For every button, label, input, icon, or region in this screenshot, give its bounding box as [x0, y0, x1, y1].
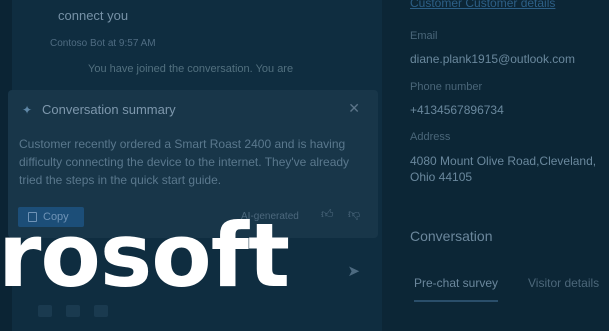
conversation-section-title: Conversation	[410, 228, 493, 244]
summary-header: ✦ Conversation summary	[20, 102, 176, 117]
tab-pre-chat-survey[interactable]: Pre-chat survey	[414, 276, 499, 302]
customer-details-link[interactable]: Customer Customer details	[410, 0, 555, 10]
phone-value: +4134567896734	[410, 103, 504, 117]
sparkle-icon: ✦	[21, 102, 33, 117]
address-label: Address	[410, 131, 451, 143]
email-value: diane.plank1915@outlook.com	[410, 52, 575, 66]
customer-details-pane: Customer Customer details Email diane.pl…	[382, 0, 609, 331]
thumbs-up-icon[interactable]: 👍︎	[321, 207, 334, 222]
summary-text: Customer recently ordered a Smart Roast …	[19, 137, 350, 187]
address-value: 4080 Mount Olive Road,Cleveland, Ohio 44…	[410, 154, 597, 184]
brand-wordmark: rosoft	[0, 204, 290, 307]
close-icon[interactable]: ✕	[348, 100, 360, 117]
send-icon[interactable]: ➤	[347, 262, 360, 280]
email-label: Email	[410, 30, 438, 42]
screen: connect you Contoso Bot at 9:57 AM You h…	[0, 0, 609, 331]
system-message: You have joined the conversation. You ar…	[88, 63, 294, 75]
thumbs-down-icon[interactable]: 👎︎	[348, 207, 360, 222]
summary-title: Conversation summary	[42, 102, 176, 117]
tab-visitor-details[interactable]: Visitor details	[528, 276, 599, 290]
phone-label: Phone number	[410, 81, 483, 93]
chat-meta: Contoso Bot at 9:57 AM	[50, 38, 156, 49]
chat-message: connect you	[58, 8, 129, 23]
